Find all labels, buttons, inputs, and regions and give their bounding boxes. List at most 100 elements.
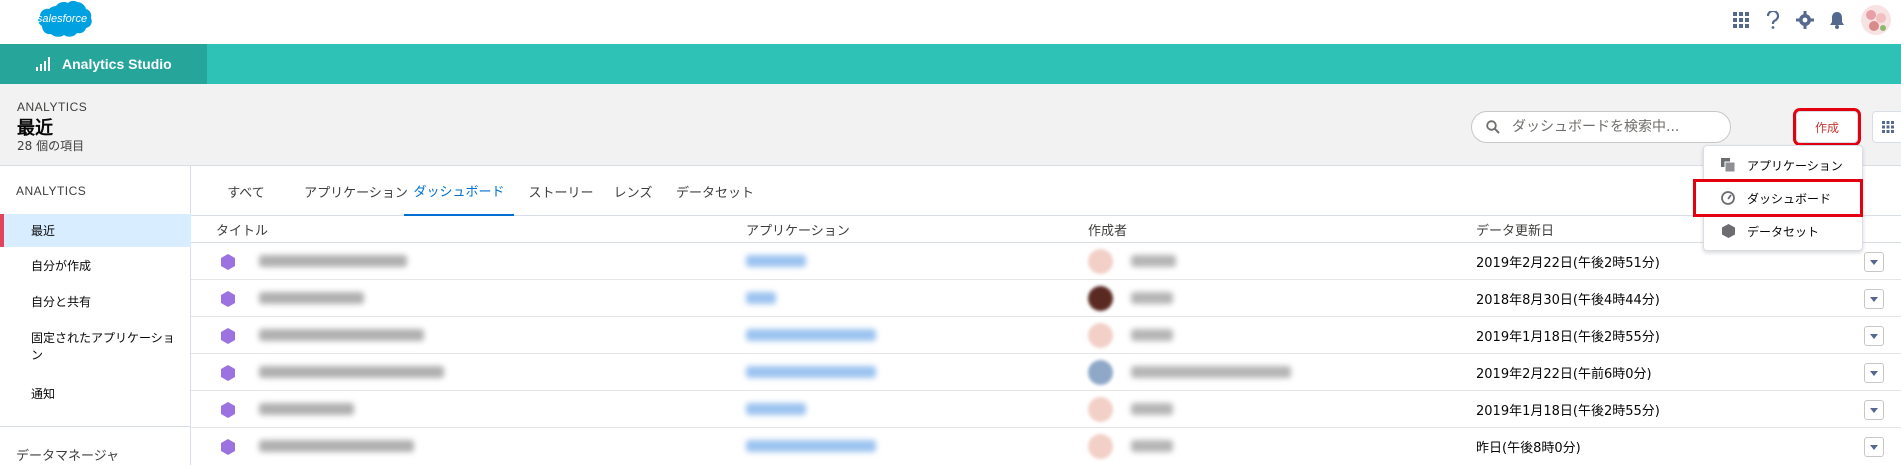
column-header-title[interactable]: タイトル xyxy=(216,216,268,243)
app-navigation-bar: Analytics Studio xyxy=(0,44,1901,84)
page-eyebrow: ANALYTICS xyxy=(17,100,88,114)
sidebar-item-shared-with-me[interactable]: 自分と共有 xyxy=(0,286,191,316)
row-title-redacted[interactable] xyxy=(259,292,364,304)
grid-view-icon xyxy=(1882,121,1894,133)
row-actions-button[interactable] xyxy=(1864,289,1884,309)
menu-item-dashboard[interactable]: ダッシュボード xyxy=(1693,179,1863,217)
row-app-redacted[interactable] xyxy=(746,329,876,341)
author-avatar xyxy=(1088,397,1113,422)
view-toggle-button[interactable] xyxy=(1872,111,1901,143)
notifications-bell-icon[interactable] xyxy=(1821,4,1853,36)
row-app-redacted[interactable] xyxy=(746,403,806,415)
row-app-redacted[interactable] xyxy=(746,255,806,267)
table-row[interactable]: 2019年2月22日(午後2時51分) xyxy=(191,243,1901,280)
dashboard-icon xyxy=(221,254,235,270)
user-avatar[interactable] xyxy=(1861,5,1891,35)
row-date: 2019年2月22日(午前6時0分) xyxy=(1476,367,1652,382)
row-date: 昨日(午後8時0分) xyxy=(1476,441,1581,456)
analytics-studio-label: Analytics Studio xyxy=(62,56,172,72)
app-icon xyxy=(1720,157,1736,173)
row-actions-button[interactable] xyxy=(1864,437,1884,457)
page-header: ANALYTICS 最近 28 個の項目 作成 xyxy=(0,84,1901,166)
row-author-redacted xyxy=(1131,366,1291,378)
row-author-redacted xyxy=(1131,292,1173,304)
row-title-redacted[interactable] xyxy=(259,255,407,267)
table-row[interactable]: 昨日(午後8時0分) xyxy=(191,428,1901,465)
analytics-bars-icon xyxy=(36,57,52,71)
search-icon xyxy=(1486,120,1500,134)
app-launcher-icon[interactable] xyxy=(1725,4,1757,36)
row-title-redacted[interactable] xyxy=(259,366,444,378)
chevron-down-icon xyxy=(1870,370,1878,376)
row-app-redacted[interactable] xyxy=(746,366,876,378)
row-actions-button[interactable] xyxy=(1864,400,1884,420)
tab-dashboards[interactable]: ダッシュボード xyxy=(404,166,514,216)
tab-datasets[interactable]: データセット xyxy=(665,166,765,216)
author-avatar xyxy=(1088,249,1113,274)
menu-item-dataset[interactable]: データセット xyxy=(1704,215,1864,247)
row-date: 2019年1月18日(午後2時55分) xyxy=(1476,330,1660,345)
dashboard-icon xyxy=(221,328,235,344)
create-button[interactable]: 作成 xyxy=(1793,108,1861,146)
author-avatar xyxy=(1088,323,1113,348)
global-header: salesforce xyxy=(0,0,1901,44)
dashboard-icon xyxy=(221,439,235,455)
column-header-data-updated[interactable]: データ更新日 xyxy=(1476,216,1554,243)
table-header: タイトル アプリケーション 作成者 データ更新日 xyxy=(191,216,1901,243)
chevron-down-icon xyxy=(1870,407,1878,413)
menu-item-dataset-label: データセット xyxy=(1747,224,1820,239)
sidebar-item-notifications[interactable]: 通知 xyxy=(0,378,191,408)
tab-stories[interactable]: ストーリー xyxy=(521,166,601,216)
chevron-down-icon xyxy=(1870,444,1878,450)
analytics-studio-tab[interactable]: Analytics Studio xyxy=(0,44,207,84)
column-header-author[interactable]: 作成者 xyxy=(1088,216,1127,243)
author-avatar xyxy=(1088,434,1113,459)
salesforce-logo[interactable]: salesforce xyxy=(30,0,94,42)
row-title-redacted[interactable] xyxy=(259,440,414,452)
chevron-down-icon xyxy=(1870,333,1878,339)
menu-item-dashboard-label: ダッシュボード xyxy=(1747,191,1832,206)
table-row[interactable]: 2019年2月22日(午前6時0分) xyxy=(191,354,1901,391)
sidebar-item-created-by-me[interactable]: 自分が作成 xyxy=(0,250,191,280)
item-count: 28 個の項目 xyxy=(17,139,85,153)
sidebar-item-data-manager[interactable]: データマネージャ xyxy=(16,445,119,464)
row-actions-button[interactable] xyxy=(1864,326,1884,346)
row-date: 2018年8月30日(午後4時44分) xyxy=(1476,293,1660,308)
dashboard-search[interactable] xyxy=(1471,111,1731,143)
row-actions-button[interactable] xyxy=(1864,363,1884,383)
author-avatar xyxy=(1088,360,1113,385)
author-avatar xyxy=(1088,286,1113,311)
row-author-redacted xyxy=(1131,255,1176,267)
row-date: 2019年1月18日(午後2時55分) xyxy=(1476,404,1660,419)
header-utility-bar xyxy=(1725,0,1901,40)
row-author-redacted xyxy=(1131,440,1173,452)
row-app-redacted[interactable] xyxy=(746,292,776,304)
sidebar-item-pinned-apps[interactable]: 固定されたアプリケーション xyxy=(0,327,180,367)
menu-item-application-label: アプリケーション xyxy=(1747,158,1843,173)
column-header-application[interactable]: アプリケーション xyxy=(746,216,850,243)
dashboard-icon xyxy=(221,365,235,381)
sidebar-item-recent[interactable]: 最近 xyxy=(0,214,191,247)
table-row[interactable]: 2019年1月18日(午後2時55分) xyxy=(191,391,1901,428)
asset-type-tabs: すべて アプリケーション ダッシュボード ストーリー レンズ データセット xyxy=(191,166,1901,216)
menu-item-application[interactable]: アプリケーション xyxy=(1704,149,1864,181)
setup-gear-icon[interactable] xyxy=(1789,4,1821,36)
row-date: 2019年2月22日(午後2時51分) xyxy=(1476,256,1660,271)
dashboard-icon xyxy=(221,402,235,418)
row-app-redacted[interactable] xyxy=(746,440,876,452)
help-icon[interactable] xyxy=(1757,4,1789,36)
create-dropdown-menu: アプリケーション ダッシュボード データセット xyxy=(1693,145,1864,251)
table-row[interactable]: 2019年1月18日(午後2時55分) xyxy=(191,317,1901,354)
chevron-down-icon xyxy=(1870,296,1878,302)
search-input[interactable] xyxy=(1512,119,1712,135)
row-author-redacted xyxy=(1131,329,1173,341)
row-author-redacted xyxy=(1131,403,1173,415)
sidebar-heading: ANALYTICS xyxy=(16,184,87,198)
row-title-redacted[interactable] xyxy=(259,329,424,341)
tab-lenses[interactable]: レンズ xyxy=(603,166,663,216)
dashboard-icon xyxy=(221,291,235,307)
tab-all[interactable]: すべて xyxy=(226,166,266,216)
row-actions-button[interactable] xyxy=(1864,252,1884,272)
row-title-redacted[interactable] xyxy=(259,403,354,415)
table-row[interactable]: 2018年8月30日(午後4時44分) xyxy=(191,280,1901,317)
